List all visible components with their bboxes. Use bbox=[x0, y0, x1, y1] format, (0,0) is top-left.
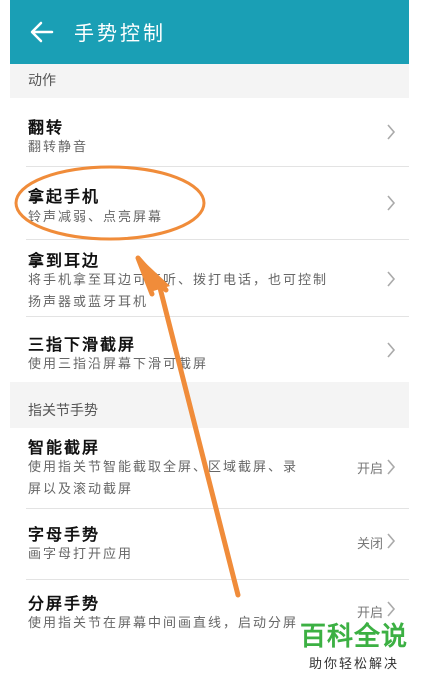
arrow-left-icon bbox=[30, 21, 54, 43]
row-three-finger-screenshot[interactable]: 三指下滑截屏 使用三指沿屏幕下滑可截屏 bbox=[10, 317, 409, 382]
row-title: 翻转 bbox=[28, 118, 65, 137]
row-subtitle: 使用三指沿屏幕下滑可截屏 bbox=[28, 357, 209, 372]
chevron-right-icon bbox=[387, 601, 396, 617]
status-value: 开启 bbox=[356, 462, 383, 477]
row-title: 分屏手势 bbox=[28, 594, 101, 613]
status-value: 开启 bbox=[356, 606, 383, 621]
app-bar: 手势控制 bbox=[10, 0, 409, 64]
chevron-right-icon bbox=[387, 195, 396, 211]
row-subtitle: 铃声减弱、点亮屏幕 bbox=[28, 210, 164, 225]
chevron-right-icon bbox=[387, 342, 396, 358]
row-subtitle: 画字母打开应用 bbox=[28, 547, 134, 562]
row-pick-up-phone[interactable]: 拿起手机 铃声减弱、点亮屏幕 bbox=[10, 167, 409, 239]
row-flip[interactable]: 翻转 翻转静音 bbox=[10, 98, 409, 166]
row-smart-screenshot[interactable]: 智能截屏 使用指关节智能截取全屏、区域截屏、录 屏以及滚动截屏 开启 bbox=[10, 428, 409, 506]
chevron-right-icon bbox=[387, 271, 396, 287]
section-header-actions: 动作 bbox=[10, 64, 409, 98]
chevron-right-icon bbox=[387, 124, 396, 140]
status-value: 关闭 bbox=[356, 537, 383, 552]
row-raise-to-ear[interactable]: 拿到耳边 将手机拿至耳边可接听、拨打电话，也可控制 扬声器或蓝牙耳机 bbox=[10, 240, 409, 316]
page-title: 手势控制 bbox=[74, 21, 166, 45]
knuckle-card: 智能截屏 使用指关节智能截取全屏、区域截屏、录 屏以及滚动截屏 开启 字母手势 … bbox=[10, 428, 409, 684]
row-subtitle: 使用指关节在屏幕中间画直线，启动分屏 bbox=[28, 616, 299, 631]
row-title: 拿起手机 bbox=[28, 187, 101, 206]
row-subtitle-line-2: 扬声器或蓝牙耳机 bbox=[28, 295, 149, 310]
back-button[interactable] bbox=[28, 18, 56, 46]
row-subtitle-line-1: 将手机拿至耳边可接听、拨打电话，也可控制 bbox=[28, 273, 329, 288]
chevron-right-icon bbox=[387, 459, 396, 475]
section-header-knuckle-gestures: 指关节手势 bbox=[10, 394, 409, 428]
row-letter-gestures[interactable]: 字母手势 画字母打开应用 关闭 bbox=[10, 509, 409, 577]
row-split-screen-gesture[interactable]: 分屏手势 使用指关节在屏幕中间画直线，启动分屏 开启 bbox=[10, 580, 409, 650]
row-title: 拿到耳边 bbox=[28, 251, 101, 270]
row-title: 三指下滑截屏 bbox=[28, 335, 137, 354]
row-subtitle-line-2: 屏以及滚动截屏 bbox=[28, 482, 134, 497]
row-subtitle: 翻转静音 bbox=[28, 140, 89, 155]
row-title: 智能截屏 bbox=[28, 438, 101, 457]
actions-card: 翻转 翻转静音 拿起手机 铃声减弱、点亮屏幕 拿到耳边 将手机拿至耳边可接听、拨… bbox=[10, 98, 409, 382]
row-subtitle-line-1: 使用指关节智能截取全屏、区域截屏、录 bbox=[28, 460, 299, 475]
chevron-right-icon bbox=[387, 533, 396, 549]
row-title: 字母手势 bbox=[28, 525, 101, 544]
settings-screen: 手势控制 动作 翻转 翻转静音 拿起手机 铃声减弱、点亮屏幕 拿到耳边 将手机拿… bbox=[10, 0, 409, 684]
